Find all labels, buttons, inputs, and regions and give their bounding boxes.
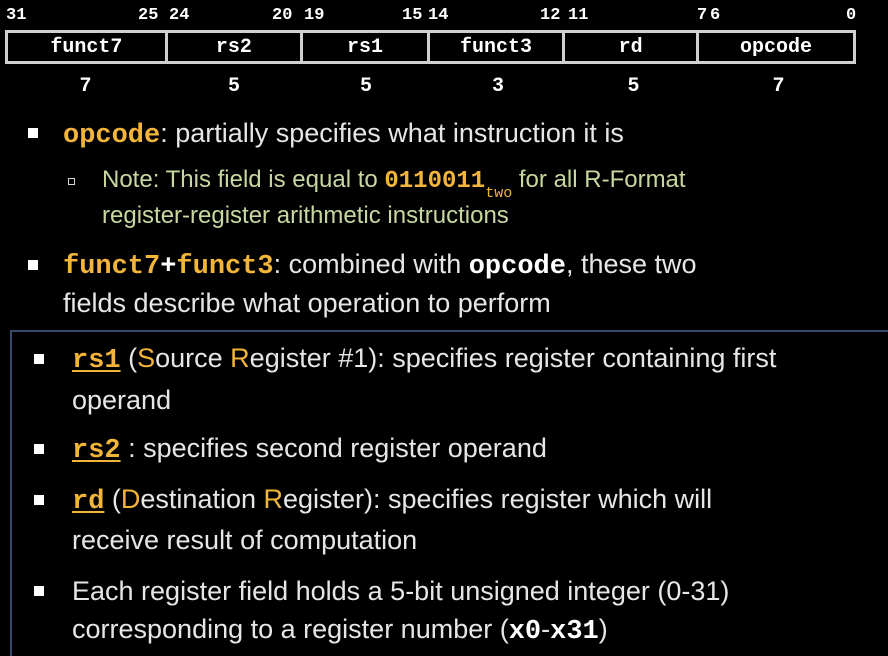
opcode-desc: : partially specifies what instruction i… <box>160 118 624 148</box>
rd-d-letter: D <box>120 484 141 514</box>
rd-paren: ( <box>104 484 121 514</box>
note-prefix: Note: This field is equal to <box>102 166 385 193</box>
opcode-note-line2: register-register arithmetic instruction… <box>102 202 509 229</box>
bit-label: 0 <box>846 6 857 25</box>
bullet-marker <box>34 495 44 505</box>
rs1-paren: ( <box>120 343 138 373</box>
width-opcode: 7 <box>772 74 785 98</box>
field-opcode: opcode <box>740 35 813 59</box>
each-bullet-line2: corresponding to a register number (x0-x… <box>72 614 608 647</box>
opcode-bullet: opcode: partially specifies what instruc… <box>63 118 624 151</box>
rd-r-letter: R <box>263 484 284 514</box>
bit-position-row: 31 25 24 20 19 15 14 12 11 7 6 0 <box>0 6 888 28</box>
bit-label: 25 <box>138 6 159 25</box>
field-funct7: funct7 <box>8 33 168 61</box>
bit-label: 24 <box>169 6 190 25</box>
rs1-bullet-line1: rs1 (Source Register #1): specifies regi… <box>72 343 776 376</box>
plus-sign: + <box>160 252 177 282</box>
bullet-marker <box>28 260 38 270</box>
rs1-text-b: ource <box>155 343 231 373</box>
funct7-term: funct7 <box>63 252 161 282</box>
rs2-bullet: rs2 : specifies second register operand <box>72 433 547 466</box>
note-value: 0110011 <box>384 168 486 195</box>
r-format-field-box: funct7 rs2 rs1 funct3 rd opcode <box>5 30 856 64</box>
bit-label: 12 <box>540 6 561 25</box>
each-line2-prefix: corresponding to a register number ( <box>72 614 509 644</box>
field-rd: rd <box>565 33 700 61</box>
bit-label: 15 <box>402 6 423 25</box>
range-dash: - <box>541 614 551 644</box>
rs2-term: rs2 <box>72 436 121 466</box>
rs2-desc: : specifies second register operand <box>120 433 547 463</box>
rs1-s-letter: S <box>137 343 156 373</box>
width-funct7: 7 <box>79 74 92 98</box>
x31-term: x31 <box>550 617 599 647</box>
rd-text-c: egister): specifies register which will <box>283 484 713 514</box>
rd-bullet-line1: rd (Destination Register): specifies reg… <box>72 484 712 517</box>
bullet-marker <box>34 586 44 596</box>
opcode-term: opcode <box>63 121 161 151</box>
bullet-marker <box>34 354 44 364</box>
bullet-marker <box>28 128 38 138</box>
rd-bullet-line2: receive result of computation <box>72 525 418 555</box>
sub-bullet-marker <box>68 178 75 185</box>
field-rs2: rs2 <box>168 33 303 61</box>
funct-bullet-line2: fields describe what operation to perfor… <box>63 288 551 318</box>
rs1-r-letter: R <box>230 343 250 373</box>
rd-term: rd <box>72 487 105 517</box>
bit-label: 20 <box>272 6 293 25</box>
bullet-marker <box>34 444 44 454</box>
field-funct3: funct3 <box>430 33 566 61</box>
field-width-row: 7 5 5 3 5 7 <box>5 74 856 98</box>
width-rs2: 5 <box>227 74 240 98</box>
width-funct3: 3 <box>491 74 504 98</box>
close-paren: ) <box>598 614 608 644</box>
bit-label: 19 <box>304 6 325 25</box>
rs1-term: rs1 <box>72 346 121 376</box>
bit-label: 7 <box>697 6 708 25</box>
field-rs1: rs1 <box>303 33 431 61</box>
bit-label: 11 <box>568 6 589 25</box>
funct-desc-a: : combined with <box>273 249 469 279</box>
note-subscript: two <box>485 184 513 202</box>
funct3-term: funct3 <box>176 252 274 282</box>
opcode-term-inline: opcode <box>468 252 566 282</box>
bit-label: 6 <box>710 6 721 25</box>
rs1-bullet-line2: operand <box>72 385 172 415</box>
x0-term: x0 <box>508 617 542 647</box>
opcode-note-line1: Note: This field is equal to 0110011two … <box>102 166 686 202</box>
funct-bullet-line1: funct7+funct3: combined with opcode, the… <box>63 249 697 282</box>
funct-desc-b: , these two <box>565 249 697 279</box>
each-bullet-line1: Each register field holds a 5-bit unsign… <box>72 576 730 606</box>
rs1-text-c: egister #1): specifies register containi… <box>249 343 777 373</box>
note-suffix: for all R-Format <box>512 166 686 193</box>
width-rd: 5 <box>627 74 640 98</box>
bit-label: 31 <box>6 6 27 25</box>
rd-text-b: estination <box>140 484 264 514</box>
width-rs1: 5 <box>359 74 372 98</box>
bit-label: 14 <box>428 6 449 25</box>
